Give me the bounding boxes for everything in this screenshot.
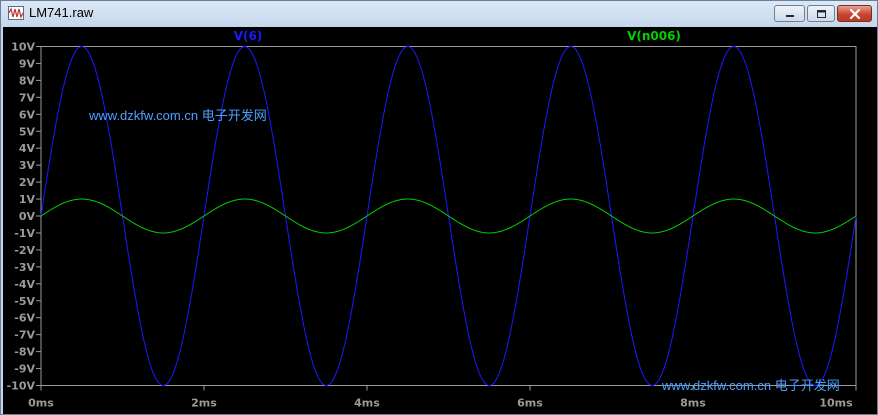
maximize-icon <box>817 10 826 18</box>
minimize-button[interactable] <box>774 5 805 22</box>
x-tick-label: 2ms <box>191 397 217 410</box>
y-tick-label: 9V <box>19 57 36 70</box>
y-tick-label: 10V <box>11 41 35 54</box>
y-tick-label: 7V <box>19 91 36 104</box>
waveform-app-icon <box>8 6 24 20</box>
series-line-vn006[interactable] <box>40 198 857 234</box>
y-tick-label: 5V <box>19 125 36 138</box>
minimize-icon <box>786 15 794 17</box>
waveform-chart[interactable]: 10V 9V 8V 7V 6V 5V 4V 3V 2V 1V 0V -1V -2V -3V -4V -5V -6… <box>3 27 877 414</box>
window-title: LM741.raw <box>29 5 94 20</box>
y-tick-label: -8V <box>14 346 35 359</box>
y-tick-label: 8V <box>19 74 36 87</box>
legend-label-vn006[interactable]: V(n006) <box>627 29 681 43</box>
x-tick-label: 0ms <box>28 397 54 410</box>
close-icon <box>849 8 861 20</box>
y-tick-label: 2V <box>19 176 36 189</box>
watermark-text: www.dzkfw.com.cn 电子开发网 <box>88 108 267 124</box>
legend-label-v6[interactable]: V(6) <box>234 29 263 43</box>
title-bar[interactable]: LM741.raw <box>1 1 877 27</box>
y-tick-label: 3V <box>19 159 36 172</box>
y-tick-label: 0V <box>19 210 36 223</box>
application-window: LM741.raw 10V 9V 8V 7V 6V 5V 4V 3V 2V 1V 0V -1V -2V -… <box>0 0 878 415</box>
maximize-button[interactable] <box>807 5 835 22</box>
y-tick-label: 4V <box>19 142 36 155</box>
y-tick-label: -3V <box>14 261 35 274</box>
waveform-plot-pane[interactable]: 10V 9V 8V 7V 6V 5V 4V 3V 2V 1V 0V -1V -2V -3V -4V -5V -6… <box>3 27 877 414</box>
y-axis-ticks: 10V 9V 8V 7V 6V 5V 4V 3V 2V 1V 0V -1V -2V -3V -4V -5V -6… <box>7 41 41 393</box>
series-layer <box>40 45 857 387</box>
y-tick-label: -9V <box>14 363 35 376</box>
y-tick-label: -1V <box>14 227 35 240</box>
y-tick-label: -4V <box>14 278 35 291</box>
y-tick-label: -6V <box>14 312 35 325</box>
y-tick-label: -10V <box>7 380 36 393</box>
x-tick-label: 10ms <box>819 397 853 410</box>
close-button[interactable] <box>837 5 872 22</box>
watermark-layer: www.dzkfw.com.cn 电子开发网 www.dzkfw.com.cn 电… <box>88 108 840 394</box>
y-tick-label: -5V <box>14 295 35 308</box>
x-tick-label: 6ms <box>517 397 543 410</box>
x-tick-label: 8ms <box>680 397 706 410</box>
watermark-text: www.dzkfw.com.cn 电子开发网 <box>661 378 840 394</box>
y-tick-label: -2V <box>14 244 35 257</box>
legend-layer: V(6) V(n006) <box>234 29 681 43</box>
x-tick-label: 4ms <box>354 397 380 410</box>
y-tick-label: 1V <box>19 193 36 206</box>
y-tick-label: 6V <box>19 108 36 121</box>
y-tick-label: -7V <box>14 329 35 342</box>
